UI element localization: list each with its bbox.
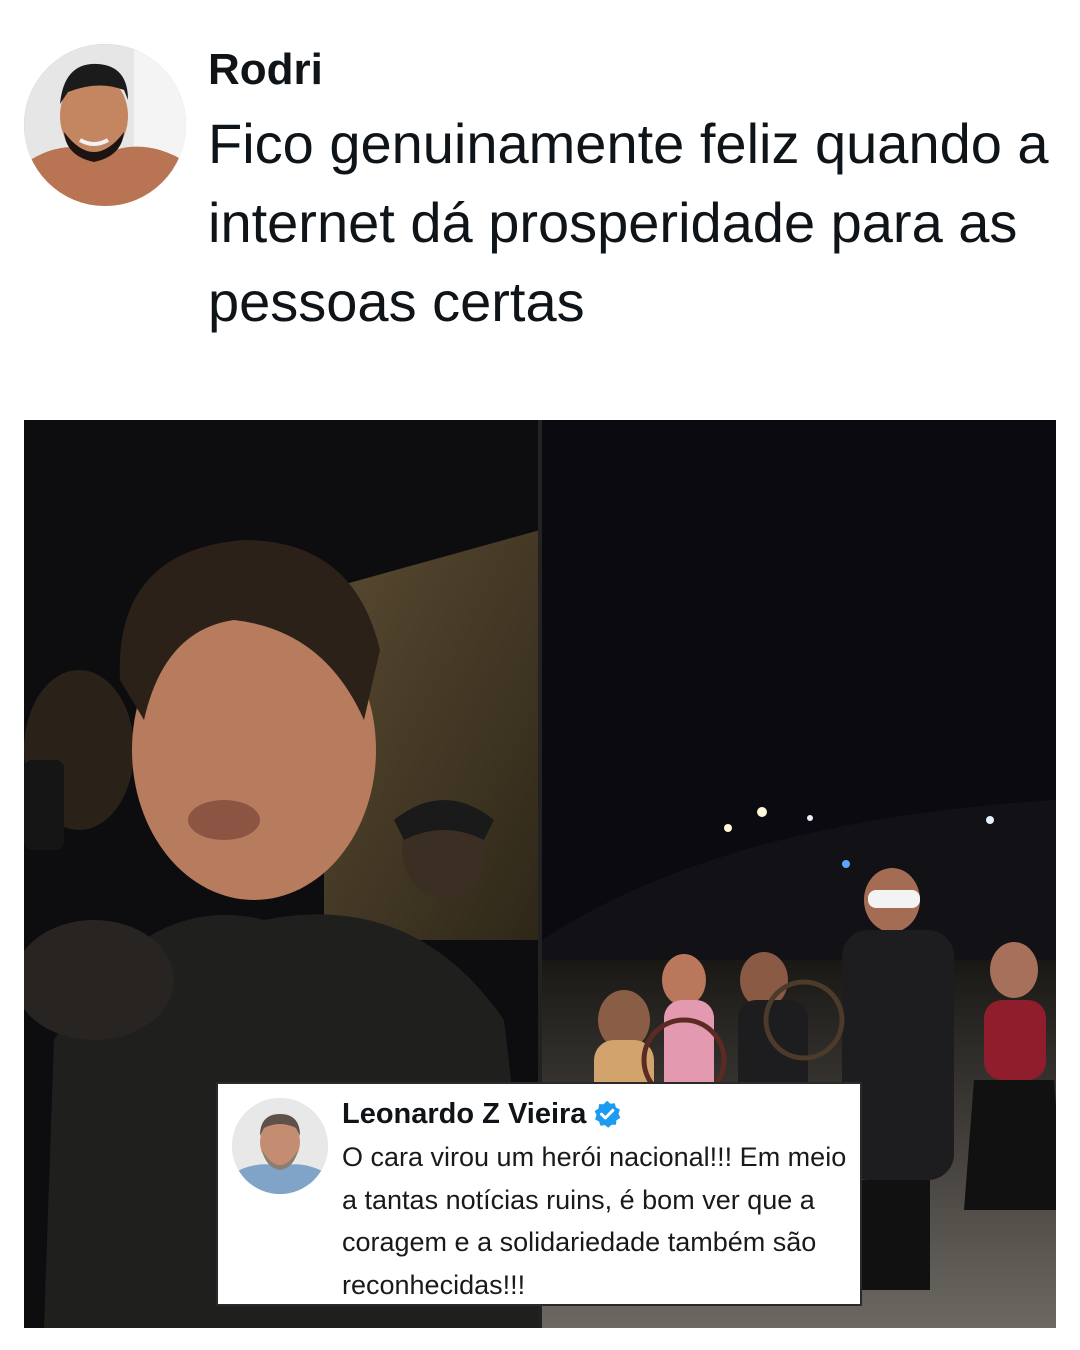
- reply-card[interactable]: Leonardo Z Vieira O cara virou um herói …: [216, 1082, 862, 1306]
- reply-avatar[interactable]: [232, 1098, 328, 1194]
- reply-name-row: Leonardo Z Vieira: [342, 1094, 622, 1134]
- reply-author-name[interactable]: Leonardo Z Vieira: [342, 1094, 586, 1134]
- tweet-author-name[interactable]: Rodri: [208, 40, 323, 100]
- verified-badge-icon: [595, 1100, 621, 1128]
- author-avatar[interactable]: [24, 44, 186, 206]
- tweet-text: Fico genuinamente feliz quando a interne…: [208, 112, 1049, 333]
- reply-text: O cara virou um herói nacional!!! Em mei…: [342, 1142, 847, 1300]
